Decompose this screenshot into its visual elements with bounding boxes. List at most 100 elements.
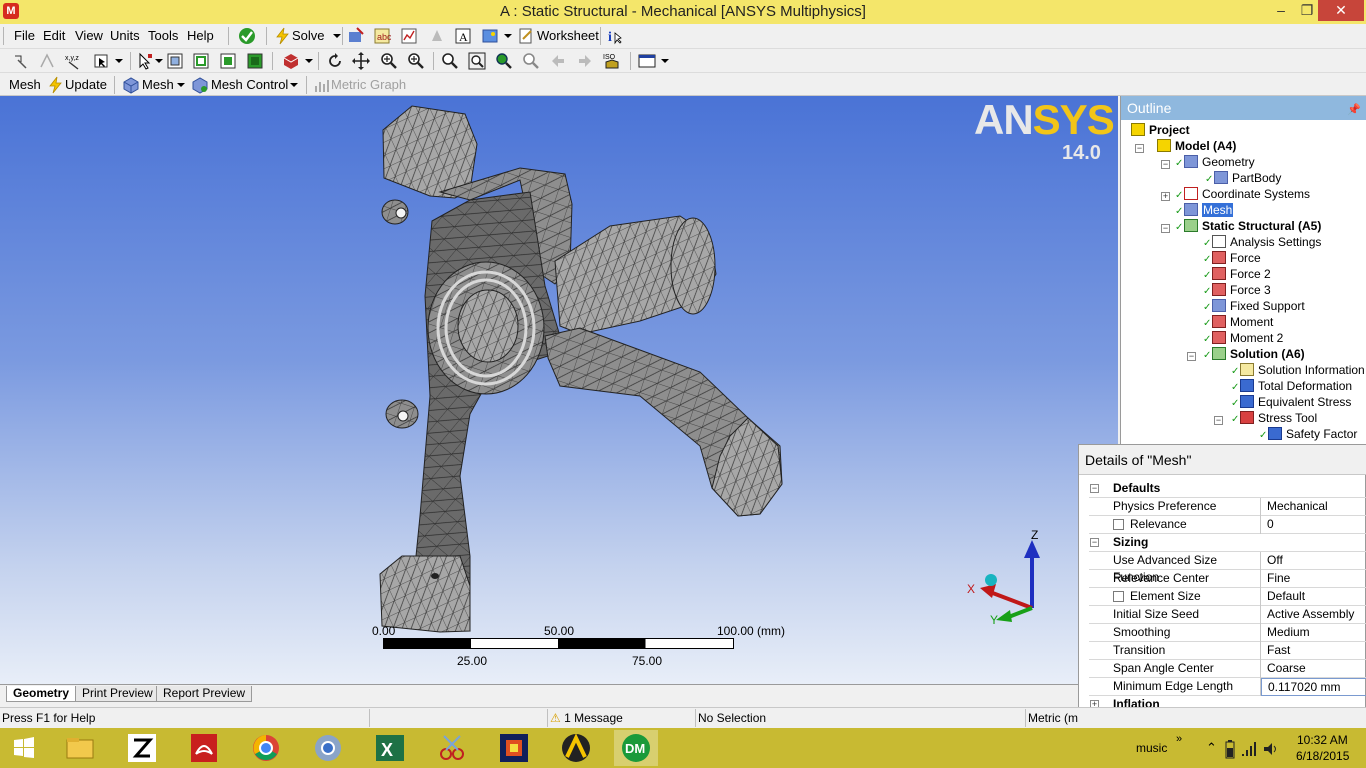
update-lightning-icon[interactable] [47,76,65,94]
worksheet-icon[interactable] [517,27,535,45]
app-z-icon[interactable] [122,732,162,764]
graphics-viewport[interactable]: ANSYS 14.0 0.00 50.00 100.00 (mm) 25.00 … [0,96,1118,684]
solve-lightning-icon[interactable] [274,27,292,45]
zoom-fit-icon[interactable] [468,52,486,70]
tree-item-project[interactable]: Project [1131,122,1190,138]
zoom-in-icon[interactable] [407,52,425,70]
tree-item-coordinate-systems[interactable]: ✓ Coordinate Systems [1175,186,1310,202]
mesh-control-button[interactable]: Mesh Control [211,77,288,92]
chevron-down-icon[interactable] [172,76,190,94]
menu-file[interactable]: File [14,28,35,43]
tree-item-safety-factor[interactable]: ✓ Safety Factor [1259,426,1357,442]
battery-icon[interactable] [1222,740,1238,760]
zoom-to-fit-icon[interactable] [495,52,513,70]
mesh-menu-button[interactable]: Mesh [142,77,174,92]
select-body-icon[interactable] [246,52,264,70]
tree-item-moment[interactable]: ✓ Moment [1203,314,1273,330]
tree-expander-geometry[interactable]: − [1161,160,1170,169]
tree-item-fixed-support[interactable]: ✓ Fixed Support [1203,298,1305,314]
excel-icon[interactable]: X [370,732,410,764]
check-icon[interactable] [238,27,256,45]
chevron-down-icon[interactable] [499,27,517,45]
details-row-relevance[interactable]: Relevance 0 [1089,516,1366,534]
chevron-down-icon[interactable] [300,52,318,70]
coordinate-triad[interactable] [962,526,1052,626]
menu-tools[interactable]: Tools [148,28,178,43]
details-row-smoothing[interactable]: Smoothing Medium [1089,624,1366,642]
tree-item-solution[interactable]: ✓ Solution (A6) [1203,346,1305,362]
comment-icon[interactable]: abc [373,27,391,45]
tree-expander-static-structural[interactable]: − [1161,224,1170,233]
tree-expander-coordinate-systems[interactable]: + [1161,192,1170,201]
probe-icon[interactable] [347,27,365,45]
tree-expander-solution[interactable]: − [1187,352,1196,361]
details-row-initial-size-seed[interactable]: Initial Size Seed Active Assembly [1089,606,1366,624]
details-group-sizing[interactable]: Sizing [1089,534,1366,552]
tray-up-icon[interactable]: ⌃ [1206,740,1217,756]
element-size-checkbox[interactable] [1113,591,1124,602]
colormap-app-icon[interactable] [494,732,534,764]
file-explorer-icon[interactable] [60,732,100,764]
info-cursor-icon[interactable]: i [606,27,624,45]
adobe-reader-icon[interactable] [184,732,224,764]
details-row-physics-preference[interactable]: Physics Preference Mechanical [1089,498,1366,516]
tree-item-static-structural[interactable]: ✓ Static Structural (A5) [1175,218,1321,234]
solve-button[interactable]: Solve [292,28,325,43]
tree-item-solution-information[interactable]: ✓ Solution Information [1231,362,1365,378]
show-vertices-icon[interactable] [12,52,30,70]
zoom-box-icon[interactable] [441,52,459,70]
pin-icon[interactable]: 📌 [1347,98,1361,122]
volume-icon[interactable] [1262,740,1280,758]
network-icon[interactable] [1240,740,1258,758]
chevron-double-icon[interactable]: » [1176,733,1182,745]
mesh-control-icon[interactable] [191,76,209,94]
details-row-span-angle-center[interactable]: Span Angle Center Coarse [1089,660,1366,678]
tree-item-geometry[interactable]: ✓ Geometry [1175,154,1255,170]
worksheet-button[interactable]: Worksheet [537,28,599,43]
select-face-icon[interactable] [219,52,237,70]
meshed-part-model[interactable] [0,96,1118,684]
snipping-tool-icon[interactable] [432,732,472,764]
chrome-icon[interactable] [246,732,286,764]
tab-geometry[interactable]: Geometry [6,686,77,702]
details-row-minimum-edge-length[interactable]: Minimum Edge Length 0.117020 mm [1089,678,1366,696]
close-button[interactable]: ✕ [1318,0,1364,21]
tree-item-moment-2[interactable]: ✓ Moment 2 [1203,330,1283,346]
clock-time[interactable]: 10:32 AM [1297,733,1348,747]
chevron-down-icon[interactable] [656,52,674,70]
mesh-icon[interactable] [122,76,140,94]
tree-expander-model[interactable]: − [1135,144,1144,153]
pan-icon[interactable] [352,52,370,70]
select-vertex-icon[interactable] [166,52,184,70]
magnifier-icon[interactable] [522,52,540,70]
design-modeler-task[interactable]: DM [614,730,658,766]
tree-item-equivalent-stress[interactable]: ✓ Equivalent Stress [1231,394,1351,410]
zoom-icon[interactable] [380,52,398,70]
details-group-defaults[interactable]: Defaults [1089,480,1366,498]
rotate-icon[interactable] [326,52,344,70]
chrome-canary-icon[interactable] [308,732,348,764]
toolbar-music-label[interactable]: music [1136,741,1167,755]
details-row-advanced-size-function[interactable]: Use Advanced Size Function Off [1089,552,1366,584]
tree-item-mesh[interactable]: ✓ Mesh [1175,202,1234,218]
menu-help[interactable]: Help [187,28,214,43]
details-row-element-size[interactable]: Element Size Default [1089,588,1366,606]
clock-date[interactable]: 6/18/2015 [1296,749,1349,763]
image-icon[interactable] [481,27,499,45]
chart-icon[interactable] [400,27,418,45]
viewport-layout-icon[interactable] [638,52,656,70]
details-row-relevance-center[interactable]: Relevance Center Fine [1089,570,1366,588]
tree-expander-stress-tool[interactable]: − [1214,416,1223,425]
windows-start-icon[interactable] [4,732,44,764]
tab-print-preview[interactable]: Print Preview [75,686,160,702]
tree-item-stress-tool[interactable]: ✓ Stress Tool [1231,410,1317,426]
status-units[interactable]: Metric (m [1026,709,1078,727]
update-button[interactable]: Update [65,77,107,92]
chevron-down-icon[interactable] [285,76,303,94]
select-edge-icon[interactable] [192,52,210,70]
select-mode-icon[interactable] [92,52,110,70]
menu-edit[interactable]: Edit [43,28,65,43]
tab-report-preview[interactable]: Report Preview [156,686,253,702]
ansys-workbench-icon[interactable] [556,732,596,764]
tree-item-force-3[interactable]: ✓ Force 3 [1203,282,1271,298]
